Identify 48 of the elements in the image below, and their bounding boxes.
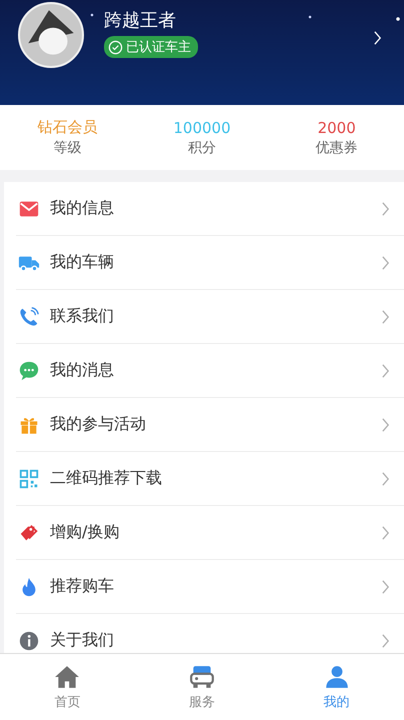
chevron-icon	[381, 200, 390, 216]
menu-item-label: 增购/换购	[50, 522, 120, 543]
stat-value: 钻石会员	[37, 118, 98, 137]
stat-label: 优惠券	[316, 138, 358, 156]
menu-item-label: 推荐购车	[50, 576, 115, 597]
stat-value: 2000	[318, 118, 356, 136]
menu-item-label: 我的消息	[50, 360, 115, 381]
chat-bubble-icon	[18, 360, 40, 382]
chevron-icon	[381, 524, 390, 540]
menu-item[interactable]: 二维码推荐下载	[16, 452, 404, 506]
chevron-icon	[381, 362, 390, 378]
phone-icon	[18, 306, 40, 328]
chevron-icon	[381, 254, 390, 270]
menu-item[interactable]: 我的参与活动	[16, 398, 404, 452]
menu-item[interactable]: 推荐购车	[16, 560, 404, 614]
menu-item[interactable]: 我的车辆	[16, 236, 404, 290]
chevron-icon	[373, 30, 382, 46]
chevron-icon	[381, 416, 390, 432]
menu-item-label: 我的参与活动	[50, 414, 147, 435]
badge-text: 已认证车主	[126, 39, 191, 56]
menu-item[interactable]: 我的信息	[16, 182, 404, 236]
car-icon	[189, 664, 215, 690]
menu-item-label: 二维码推荐下载	[50, 468, 163, 489]
menu-item[interactable]: 增购/换购	[16, 506, 404, 560]
stat-label: 积分	[188, 138, 216, 156]
qr-code-icon	[18, 468, 40, 490]
home-icon	[54, 664, 80, 690]
chevron-icon	[381, 470, 390, 486]
menu-item-label: 联系我们	[50, 306, 115, 327]
tab[interactable]: 首页	[0, 654, 135, 720]
stat-value: 100000	[173, 118, 231, 136]
user-name: 跨越王者	[104, 9, 176, 32]
tab[interactable]: 服务	[134, 654, 270, 720]
avatar[interactable]	[18, 2, 84, 68]
check-circle-icon	[108, 40, 123, 54]
menu-item-label: 我的信息	[50, 198, 115, 219]
tab-label: 我的	[324, 694, 350, 710]
chevron-icon	[381, 308, 390, 324]
tab-label: 服务	[189, 694, 215, 710]
menu-item-label: 我的车辆	[50, 252, 115, 273]
menu-item[interactable]: 我的消息	[16, 344, 404, 398]
stat-label: 等级	[53, 139, 82, 157]
chevron-icon	[381, 632, 390, 648]
chevron-icon	[381, 578, 390, 594]
tab-label: 首页	[54, 694, 80, 710]
person-icon	[324, 664, 350, 690]
menu-item-label: 关于我们	[50, 630, 115, 651]
menu-item[interactable]: 联系我们	[16, 290, 404, 344]
